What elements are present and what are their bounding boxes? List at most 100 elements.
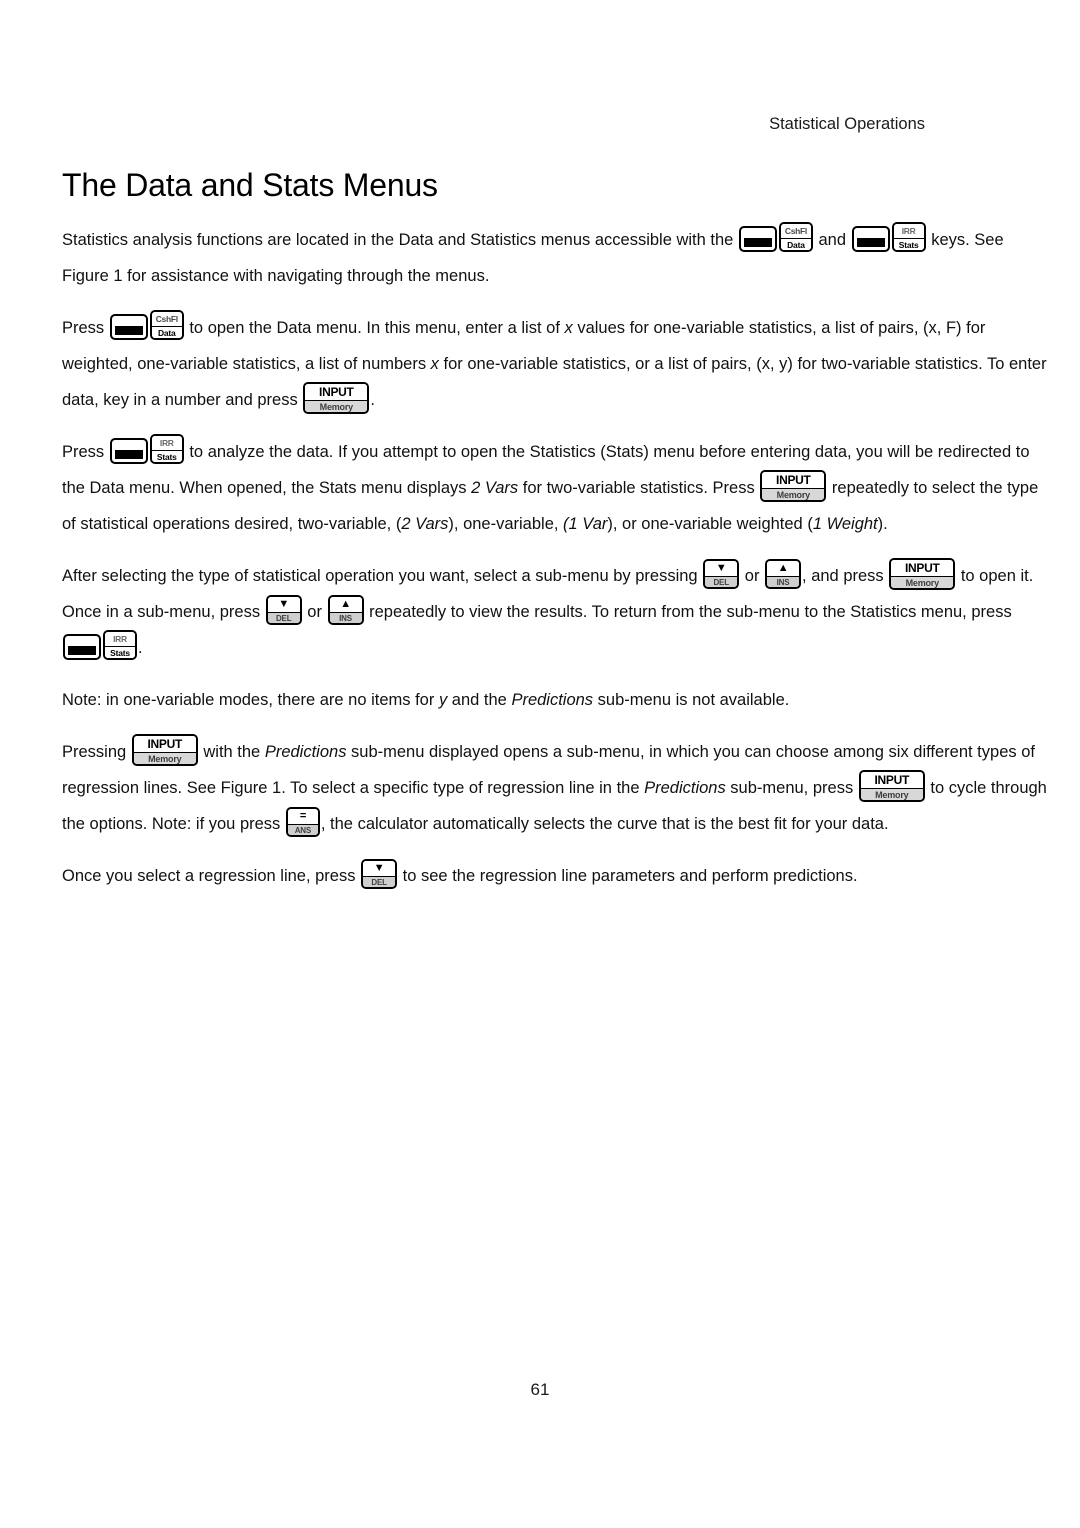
ins-label: INS <box>329 613 362 623</box>
input-label: INPUT <box>305 384 368 400</box>
page-number: 61 <box>530 1380 550 1399</box>
p6-text-1: Pressing <box>62 743 131 761</box>
p4-text-6: repeatedly to view the results. To retur… <box>364 603 1012 621</box>
equals-ans-key-icon[interactable]: = ANS <box>285 807 320 837</box>
body-content: Statistics analysis functions are locate… <box>62 222 1052 910</box>
down-arrow-icon: ▼ <box>267 597 300 612</box>
p1-text-2: and <box>813 231 851 249</box>
p3-text-6: ), or one-variable weighted ( <box>607 515 813 533</box>
up-arrow-ins-key-icon[interactable]: ▲ INS <box>327 595 364 625</box>
second-key-icon[interactable] <box>63 634 101 660</box>
p3-term-2vars-2: 2 Vars <box>401 515 449 533</box>
second-key-icon[interactable] <box>109 314 148 340</box>
down-arrow-icon: ▼ <box>705 561 738 576</box>
stats-label: Stats <box>151 451 182 462</box>
irr-label: IRR <box>151 436 182 450</box>
down-arrow-icon: ▼ <box>363 861 396 876</box>
input-memory-key-icon[interactable]: INPUT Memory <box>131 734 198 766</box>
paragraph-intro: Statistics analysis functions are locate… <box>62 222 1052 294</box>
keypair-2nd-data: CshFl Data <box>109 310 185 346</box>
p4-text-3: , and press <box>802 567 889 585</box>
down-arrow-del-key-icon[interactable]: ▼ DEL <box>265 595 302 625</box>
p5-text-2: and the <box>447 691 512 709</box>
second-key-icon[interactable] <box>109 438 148 464</box>
irr-label: IRR <box>105 632 135 646</box>
p5-var-y: y <box>438 691 448 709</box>
input-memory-key-icon[interactable]: INPUT Memory <box>889 558 956 590</box>
document-page: Statistical Operations The Data and Stat… <box>0 0 1080 1528</box>
cshfl-data-key-icon[interactable]: CshFl Data <box>149 310 184 340</box>
up-arrow-icon: ▲ <box>767 561 800 576</box>
p7-text-1: Once you select a regression line, press <box>62 867 361 885</box>
data-label: Data <box>151 327 182 338</box>
down-arrow-del-key-icon[interactable]: ▼ DEL <box>361 859 398 889</box>
input-memory-key-icon[interactable]: INPUT Memory <box>760 470 827 502</box>
p4-text-2: or <box>740 567 765 585</box>
memory-label: Memory <box>762 489 825 500</box>
ins-label: INS <box>767 577 800 587</box>
second-key-bar <box>856 238 885 247</box>
keypair-2nd-stats: IRR Stats <box>62 630 138 666</box>
p2-text-5: . <box>370 391 375 409</box>
down-arrow-del-key-icon[interactable]: ▼ DEL <box>703 559 740 589</box>
del-label: DEL <box>267 613 300 623</box>
irr-stats-key-icon[interactable]: IRR Stats <box>891 222 926 252</box>
second-key-bar <box>114 326 143 335</box>
data-label: Data <box>780 239 811 250</box>
memory-label: Memory <box>305 401 368 412</box>
memory-label: Memory <box>860 789 923 800</box>
irr-stats-key-icon[interactable]: IRR Stats <box>149 434 184 464</box>
del-label: DEL <box>705 577 738 587</box>
p3-text-5: ), one-variable, <box>448 515 564 533</box>
second-key-bar <box>743 238 772 247</box>
p2-text-1: Press <box>62 319 109 337</box>
p6-text-2: with the <box>198 743 265 761</box>
paragraph-regression-lines: Pressing INPUT Memory with the Prediction… <box>62 734 1052 842</box>
p2-var-x-1: x <box>564 319 573 337</box>
page-title: The Data and Stats Menus <box>62 167 438 203</box>
paragraph-stats-menu: Press IRR Stats to analyze the data. If y… <box>62 434 1052 542</box>
memory-label: Memory <box>133 753 196 764</box>
p2-var-x-2: x <box>430 355 439 373</box>
p6-text-4: sub-menu, press <box>725 779 858 797</box>
p3-text-7: ). <box>877 515 888 533</box>
p4-text-1: After selecting the type of statistical … <box>62 567 703 585</box>
cshfl-label: CshFl <box>151 312 182 326</box>
second-key-bar <box>114 450 143 459</box>
paragraph-data-menu: Press CshFl Data to open the Data menu. I… <box>62 310 1052 418</box>
p6-text-6: , the calculator automatically selects t… <box>320 815 889 833</box>
input-memory-key-icon[interactable]: INPUT Memory <box>858 770 925 802</box>
keypair-2nd-stats: IRR Stats <box>851 222 927 258</box>
paragraph-submenu-nav: After selecting the type of statistical … <box>62 558 1052 666</box>
stats-label: Stats <box>893 239 924 250</box>
second-key-bar <box>68 646 96 655</box>
input-label: INPUT <box>762 472 825 488</box>
input-label: INPUT <box>891 560 954 576</box>
paragraph-view-parameters: Once you select a regression line, press… <box>62 858 1052 894</box>
second-key-icon[interactable] <box>851 226 890 252</box>
ans-label: ANS <box>287 825 318 835</box>
p3-text-3: for two-variable statistics. Press <box>518 479 760 497</box>
input-label: INPUT <box>860 772 923 788</box>
cshfl-data-key-icon[interactable]: CshFl Data <box>778 222 813 252</box>
irr-stats-key-icon[interactable]: IRR Stats <box>103 630 137 660</box>
p3-text-1: Press <box>62 443 109 461</box>
stats-label: Stats <box>105 647 135 658</box>
p6-term-predictions-2: Predictions <box>644 779 726 797</box>
up-arrow-icon: ▲ <box>329 597 362 612</box>
p4-text-5: or <box>302 603 327 621</box>
equals-label: = <box>287 809 318 824</box>
p4-text-7: . <box>138 639 143 657</box>
running-head: Statistical Operations <box>769 115 925 133</box>
p5-term-predictions: Predictions <box>511 691 594 709</box>
p5-text-1: Note: in one-variable modes, there are n… <box>62 691 439 709</box>
p5-text-3: sub-menu is not available. <box>593 691 790 709</box>
second-key-icon[interactable] <box>738 226 777 252</box>
input-label: INPUT <box>133 736 196 752</box>
irr-label: IRR <box>893 224 924 238</box>
p3-term-1weight: 1 Weight <box>812 515 878 533</box>
up-arrow-ins-key-icon[interactable]: ▲ INS <box>765 559 802 589</box>
keypair-2nd-data: CshFl Data <box>738 222 814 258</box>
cshfl-label: CshFl <box>780 224 811 238</box>
input-memory-key-icon[interactable]: INPUT Memory <box>303 382 370 414</box>
